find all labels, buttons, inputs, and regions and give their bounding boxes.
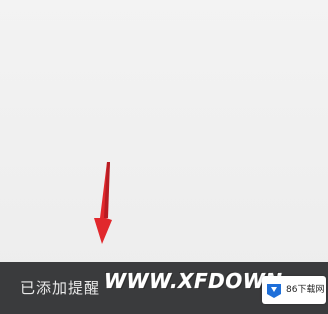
download-logo-icon [267, 284, 281, 298]
site-logo: 86下载网 [262, 276, 326, 304]
app-screen: 已添加提醒 WWW.XFDOWN 86下载网 [0, 0, 328, 314]
toast-message: 已添加提醒 [20, 279, 101, 297]
red-arrow-annotation [94, 162, 112, 244]
logo-text: 86下载网 [286, 285, 325, 295]
